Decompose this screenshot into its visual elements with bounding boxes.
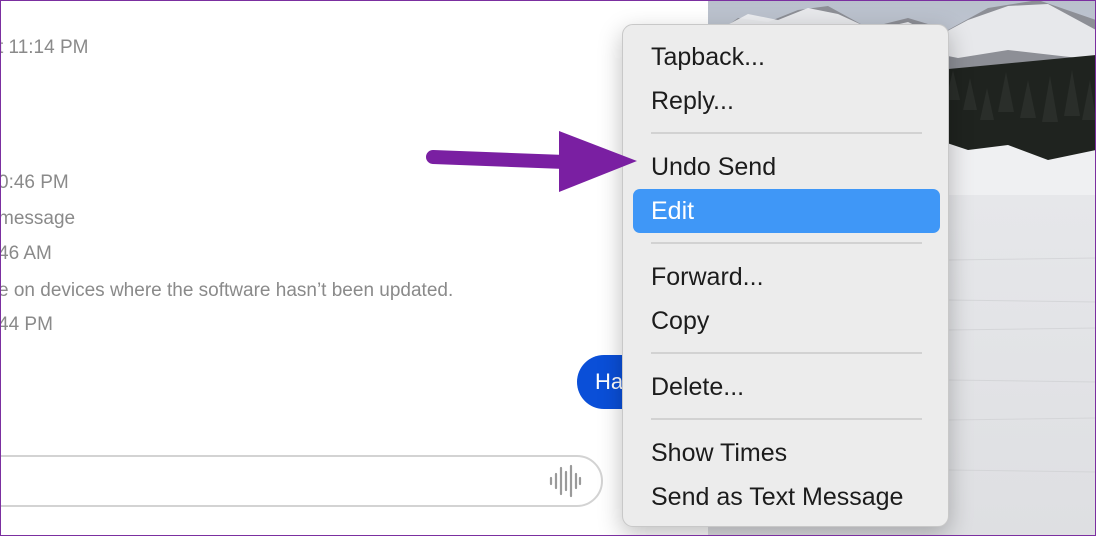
menu-separator: [651, 352, 922, 354]
menu-item-edit[interactable]: Edit: [633, 189, 940, 233]
message-timestamp: 46 AM: [0, 243, 52, 264]
message-timestamp: t 11:14 PM: [0, 37, 89, 58]
context-menu: Tapback... Reply... Undo Send Edit Forwa…: [622, 24, 949, 527]
menu-item-undo-send[interactable]: Undo Send: [633, 145, 940, 189]
menu-item-forward[interactable]: Forward...: [633, 255, 940, 299]
menu-separator: [651, 418, 922, 420]
menu-item-copy[interactable]: Copy: [633, 299, 940, 343]
message-timestamp: 44 PM: [0, 314, 53, 335]
messages-window: t 11:14 PM 0:46 PM message 46 AM e on de…: [0, 0, 708, 536]
message-status: e on devices where the software hasn’t b…: [0, 280, 454, 301]
audio-waveform-icon[interactable]: [548, 464, 582, 498]
message-timestamp: 0:46 PM: [0, 172, 69, 193]
menu-item-reply[interactable]: Reply...: [633, 79, 940, 123]
menu-separator: [651, 132, 922, 134]
menu-item-send-as-text[interactable]: Send as Text Message: [633, 475, 940, 519]
menu-item-delete[interactable]: Delete...: [633, 365, 940, 409]
menu-item-tapback[interactable]: Tapback...: [633, 35, 940, 79]
menu-item-show-times[interactable]: Show Times: [633, 431, 940, 475]
message-status: message: [0, 208, 76, 229]
annotation-arrow-icon: [426, 131, 637, 192]
menu-separator: [651, 242, 922, 244]
message-input[interactable]: [0, 455, 603, 507]
